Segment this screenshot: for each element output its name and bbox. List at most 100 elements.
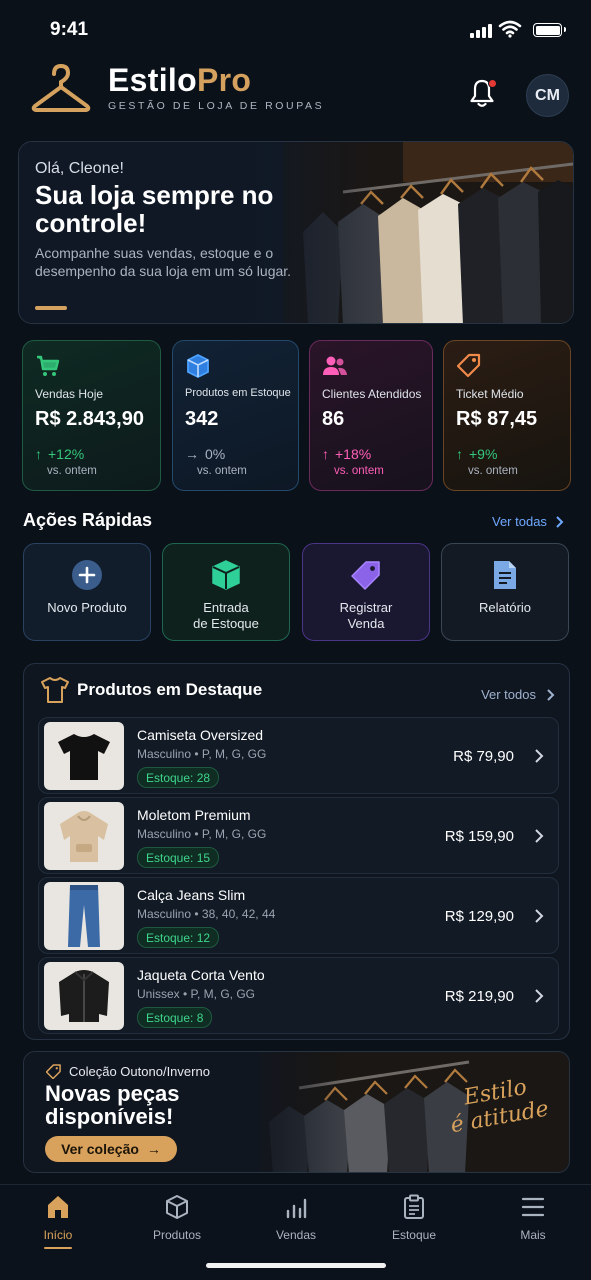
stat-label: Produtos em Estoque [185, 387, 291, 399]
arrow-right-icon: → [146, 1141, 161, 1157]
jeans-image [44, 882, 124, 950]
tag-icon [456, 353, 481, 378]
product-row[interactable]: Jaqueta Corta Vento Unissex • P, M, G, G… [38, 957, 559, 1034]
arrow-up-icon: ↑ [456, 446, 463, 462]
stat-compare: vs. ontem [334, 465, 384, 477]
chevron-right-icon [535, 749, 544, 763]
stock-badge: Estoque: 28 [137, 767, 220, 788]
stock-badge: Estoque: 15 [137, 847, 220, 868]
stat-card-clients[interactable]: Clientes Atendidos 86 ↑ +18% vs. ontem [309, 340, 433, 491]
chevron-right-icon [535, 909, 544, 923]
stat-label: Vendas Hoje [35, 387, 104, 401]
stat-card-sales-today[interactable]: Vendas Hoje R$ 2.843,90 ↑ +12% vs. ontem [22, 340, 161, 491]
tab-sales[interactable]: Vendas [251, 1193, 341, 1242]
arrow-right-icon: → [185, 446, 199, 462]
quick-action-label: Registrar Venda [339, 600, 393, 631]
see-all-label: Ver todas [492, 514, 547, 529]
plus-icon [72, 560, 102, 590]
see-collection-button[interactable]: Ver coleção → [45, 1136, 177, 1162]
wifi-icon [498, 20, 522, 38]
product-price: R$ 159,90 [444, 828, 514, 845]
hanger-logo-icon [31, 63, 91, 112]
product-row[interactable]: Moletom Premium Masculino • P, M, G, GG … [38, 797, 559, 874]
tab-label: Estoque [391, 1228, 437, 1242]
chevron-right-icon [535, 829, 544, 843]
hero-banner: Olá, Cleone! Sua loja sempre no controle… [18, 141, 574, 324]
product-row[interactable]: Calça Jeans Slim Masculino • 38, 40, 42,… [38, 877, 559, 954]
product-meta: Masculino • 38, 40, 42, 44 [137, 907, 276, 921]
product-row[interactable]: Camiseta Oversized Masculino • P, M, G, … [38, 717, 559, 794]
hero-description: Acompanhe suas vendas, estoque e o desem… [35, 245, 292, 280]
stat-card-average-ticket[interactable]: Ticket Médio R$ 87,45 ↑ +9% vs. ontem [443, 340, 571, 491]
featured-products-panel: Produtos em Destaque Ver todos Camiseta … [23, 663, 570, 1040]
tab-more[interactable]: Mais [488, 1193, 578, 1242]
product-name: Camiseta Oversized [137, 727, 264, 743]
stat-change: ↑ +9% [456, 446, 497, 462]
register-sale-button[interactable]: Registrar Venda [302, 543, 430, 641]
cart-icon [37, 355, 60, 376]
quick-action-label: Entrada de Estoque [193, 600, 259, 631]
status-time: 9:41 [50, 19, 89, 40]
product-price: R$ 129,90 [444, 908, 514, 925]
quick-actions-title: Ações Rápidas [23, 510, 153, 530]
product-name: Calça Jeans Slim [137, 887, 246, 903]
home-indicator [206, 1263, 386, 1268]
stat-compare: vs. ontem [197, 465, 247, 477]
report-button[interactable]: Relatório [441, 543, 569, 641]
new-product-button[interactable]: Novo Produto [23, 543, 151, 641]
featured-see-all-link[interactable]: Ver todos [481, 687, 555, 702]
stock-badge: Estoque: 12 [137, 927, 220, 948]
see-all-label: Ver todos [481, 687, 536, 702]
tab-label: Vendas [275, 1228, 317, 1242]
notifications-button[interactable] [468, 78, 498, 110]
chevron-right-icon [556, 515, 564, 528]
product-price: R$ 219,90 [444, 988, 514, 1005]
app-header: EstiloPro GESTÃO DE LOJA DE ROUPAS CM [0, 58, 591, 128]
home-icon [48, 1196, 68, 1218]
tab-home[interactable]: Início [13, 1193, 103, 1249]
promo-tag: Coleção Outono/Inverno [46, 1064, 210, 1079]
tab-stock[interactable]: Estoque [369, 1193, 459, 1242]
stat-change-value: +18% [335, 446, 372, 462]
status-bar: 9:41 [0, 0, 591, 60]
tag-icon [351, 561, 380, 590]
brand-part1: Estilo [108, 62, 197, 98]
box-in-icon [212, 560, 240, 590]
stat-value: R$ 2.843,90 [35, 408, 144, 430]
collection-promo-banner[interactable]: Coleção Outono/Inverno Novas peças dispo… [23, 1051, 570, 1173]
stat-label: Ticket Médio [456, 387, 524, 401]
stat-change: ↑ +18% [322, 446, 371, 462]
quick-action-label: Novo Produto [47, 600, 127, 615]
battery-icon [533, 23, 566, 37]
hero-greeting: Olá, Cleone! [35, 160, 124, 177]
chevron-right-icon [535, 989, 544, 1003]
bar-chart-icon [286, 1198, 307, 1219]
stat-value: 342 [185, 408, 219, 430]
tab-label: Início [43, 1228, 73, 1242]
signal-icon [470, 24, 492, 38]
product-price: R$ 79,90 [453, 748, 514, 765]
stat-change: ↑ +12% [35, 446, 84, 462]
shirt-icon [41, 677, 69, 703]
stat-compare: vs. ontem [468, 465, 518, 477]
arrow-up-icon: ↑ [322, 446, 329, 462]
chevron-right-icon [547, 688, 555, 701]
stock-entry-button[interactable]: Entrada de Estoque [162, 543, 290, 641]
product-name: Moletom Premium [137, 807, 251, 823]
jacket-image [44, 962, 124, 1030]
stat-change: → 0% [185, 446, 225, 462]
brand-tagline: GESTÃO DE LOJA DE ROUPAS [108, 100, 325, 112]
avatar[interactable]: CM [526, 74, 569, 117]
tshirt-image [44, 722, 124, 790]
document-icon [494, 561, 516, 589]
box-icon [187, 353, 209, 379]
stat-change-value: +9% [469, 446, 498, 462]
quick-actions-see-all-link[interactable]: Ver todas [492, 514, 564, 529]
product-meta: Masculino • P, M, G, GG [137, 747, 267, 761]
stat-value: R$ 87,45 [456, 408, 538, 430]
menu-icon [521, 1197, 545, 1217]
see-collection-label: Ver coleção [61, 1141, 139, 1157]
stat-compare: vs. ontem [47, 465, 97, 477]
tab-products[interactable]: Produtos [132, 1193, 222, 1242]
stat-card-products-stock[interactable]: Produtos em Estoque 342 → 0% vs. ontem [172, 340, 299, 491]
